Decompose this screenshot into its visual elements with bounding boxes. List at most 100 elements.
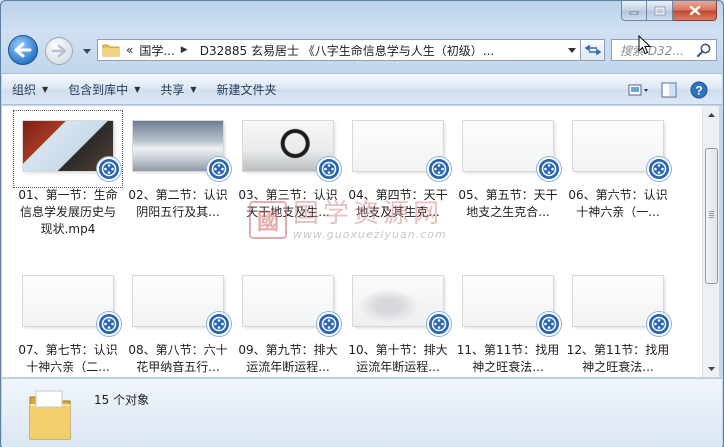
organize-menu[interactable]: 组织 ▼ [2, 77, 58, 101]
video-badge-icon [97, 312, 121, 336]
chevron-down-icon: ▼ [190, 84, 197, 94]
file-name: 02、第二节：认识阴阳五行及其... [128, 188, 228, 219]
forward-arrow-icon [51, 44, 67, 58]
address-dropdown-button[interactable] [564, 40, 580, 60]
breadcrumb-current[interactable]: D32885 玄易居士 《八字生命信息学与人生（初级）... [200, 42, 495, 59]
search-box[interactable]: 搜索 D32... [611, 39, 717, 61]
file-name: 10、第十节：排大运流年断运程... [348, 343, 448, 374]
include-in-library-menu[interactable]: 包含到库中 ▼ [58, 77, 150, 101]
file-thumbnail [14, 266, 122, 342]
search-icon[interactable] [696, 42, 712, 58]
file-name: 03、第三节：认识天干地支及生... [238, 188, 338, 219]
refresh-button[interactable] [581, 39, 605, 61]
item-count: 15 个对象 [94, 393, 150, 407]
minimize-button[interactable] [621, 1, 647, 21]
vertical-scrollbar[interactable] [702, 106, 719, 377]
breadcrumb-item[interactable]: 国学... ▶ [139, 42, 193, 59]
video-badge-icon [537, 157, 561, 181]
file-item[interactable]: 04、第四节：天干地支及其生克... [344, 111, 452, 221]
file-thumbnail [13, 110, 123, 188]
forward-button[interactable] [45, 37, 73, 65]
folder-icon [29, 390, 71, 440]
search-input[interactable]: 搜索 D32... [620, 42, 696, 59]
back-button[interactable] [8, 35, 38, 65]
file-item[interactable]: 10、第十节：排大运流年断运程... [344, 266, 452, 376]
file-name: 12、第11节：找用神之旺衰法... [566, 343, 670, 374]
file-item[interactable]: 05、第五节：天干地支之生克合... [454, 111, 562, 221]
file-name: 09、第九节：排大运流年断运程... [238, 343, 338, 374]
file-thumbnail [344, 266, 452, 342]
file-name: 05、第五节：天干地支之生克合... [458, 188, 558, 219]
file-name: 01、第一节：生命信息学发展历史与现状.mp4 [18, 188, 118, 236]
preview-pane-button[interactable] [654, 78, 684, 102]
file-thumbnail [124, 111, 232, 187]
video-badge-icon [317, 312, 341, 336]
address-bar[interactable]: « 国学... ▶ D32885 玄易居士 《八字生命信息学与人生（初级）... [97, 39, 581, 61]
breadcrumb-overflow[interactable]: « [126, 43, 133, 57]
file-name: 07、第七节：认识十神六亲（二... [18, 343, 118, 374]
organize-label: 组织 [12, 82, 37, 97]
scroll-up-button[interactable] [703, 106, 720, 123]
caption-buttons [621, 1, 717, 21]
file-item[interactable]: 01、第一节：生命信息学发展历史与现状.mp4 [13, 110, 123, 238]
video-badge-icon [207, 157, 231, 181]
new-folder-button[interactable]: 新建文件夹 [207, 77, 287, 101]
file-thumbnail [564, 111, 672, 187]
scroll-down-button[interactable] [703, 360, 720, 377]
scroll-grip [709, 211, 714, 212]
change-view-button[interactable] [624, 78, 654, 102]
share-menu[interactable]: 共享 ▼ [150, 77, 206, 101]
video-badge-icon [427, 157, 451, 181]
include-library-label: 包含到库中 [68, 82, 129, 97]
view-icon [628, 84, 648, 96]
file-item[interactable]: 12、第11节：找用神之旺衰法... [564, 266, 672, 376]
svg-text:?: ? [695, 84, 702, 98]
file-item[interactable]: 03、第三节：认识天干地支及生... [234, 111, 342, 221]
file-thumbnail [454, 266, 562, 342]
file-name: 08、第八节：六十花甲纳音五行... [128, 343, 228, 374]
navigation-row: « 国学... ▶ D32885 玄易居士 《八字生命信息学与人生（初级）... … [1, 31, 723, 69]
file-name: 11、第11节：找用神之旺衰法... [456, 343, 560, 374]
chevron-down-icon: ▼ [42, 84, 49, 94]
file-thumbnail [564, 266, 672, 342]
maximize-icon [654, 6, 665, 15]
folder-icon [102, 44, 120, 57]
minimize-icon [629, 11, 639, 14]
file-thumbnail [234, 111, 342, 187]
chevron-down-icon: ▼ [134, 84, 141, 94]
video-badge-icon [537, 312, 561, 336]
help-button[interactable]: ? [684, 78, 714, 102]
file-item[interactable]: 09、第九节：排大运流年断运程... [234, 266, 342, 376]
video-badge-icon [647, 312, 671, 336]
chevron-down-icon [568, 47, 576, 53]
video-badge-icon [427, 312, 451, 336]
refresh-icon [584, 44, 601, 56]
file-thumbnail [454, 111, 562, 187]
chevron-down-icon [708, 366, 715, 371]
video-badge-icon [317, 157, 341, 181]
help-icon: ? [690, 81, 708, 99]
watermark-url: www.guoxueziyuan.com [293, 227, 447, 241]
maximize-button[interactable] [647, 1, 673, 21]
close-button[interactable] [673, 1, 717, 21]
breadcrumb-separator-icon[interactable]: ▶ [181, 45, 188, 55]
file-item[interactable]: 08、第八节：六十花甲纳音五行... [124, 266, 232, 376]
scroll-thumb[interactable] [705, 148, 718, 284]
share-label: 共享 [160, 82, 185, 97]
chevron-up-icon [708, 112, 715, 117]
file-item[interactable]: 02、第二节：认识阴阳五行及其... [124, 111, 232, 221]
breadcrumb-label: 国学... [139, 43, 175, 58]
file-item[interactable]: 11、第11节：找用神之旺衰法... [454, 266, 562, 376]
explorer-window: « 国学... ▶ D32885 玄易居士 《八字生命信息学与人生（初级）... … [0, 0, 724, 447]
file-name: 04、第四节：天干地支及其生克... [348, 188, 448, 219]
recent-pages-button[interactable] [81, 45, 93, 57]
video-badge-icon [97, 157, 121, 181]
file-thumbnail [124, 266, 232, 342]
video-badge-icon [647, 157, 671, 181]
file-item[interactable]: 07、第七节：认识十神六亲（二... [14, 266, 122, 376]
file-item[interactable]: 06、第六节：认识十神六亲（一... [564, 111, 672, 221]
file-name: 06、第六节：认识十神六亲（一... [568, 188, 668, 219]
file-list[interactable]: 01、第一节：生命信息学发展历史与现状.mp4 02、第二节：认识阴阳五行及其..… [2, 106, 702, 377]
preview-pane-icon [661, 82, 677, 98]
file-thumbnail [234, 266, 342, 342]
